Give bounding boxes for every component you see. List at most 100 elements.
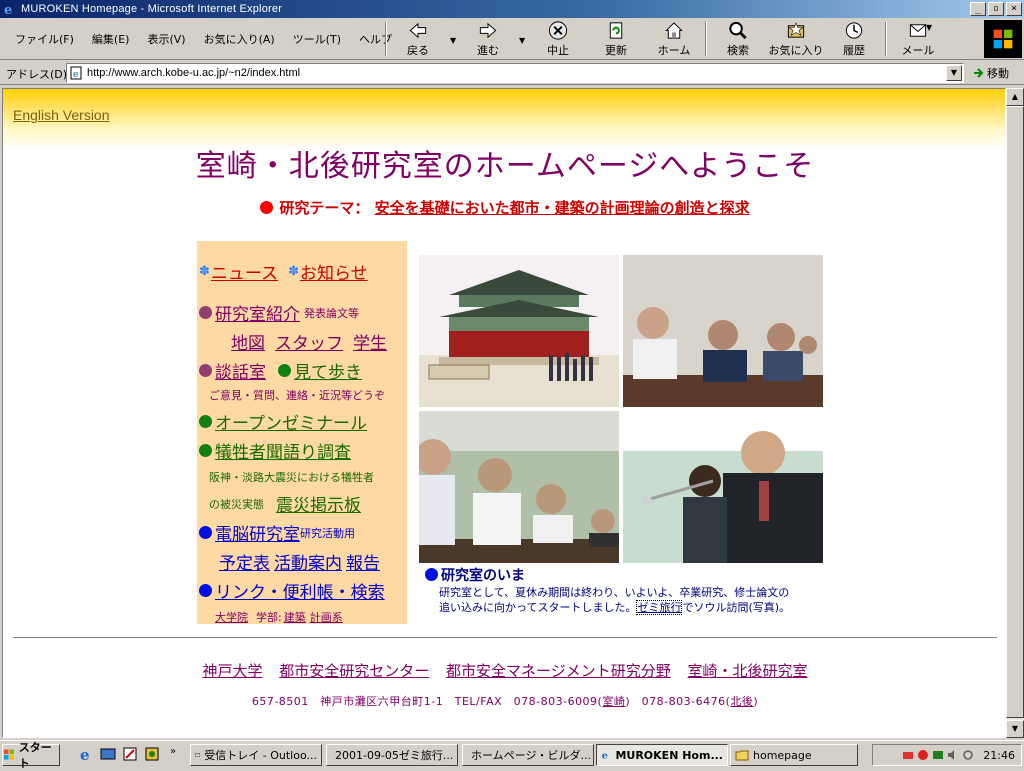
red-dot-icon — [260, 201, 274, 214]
scroll-up-icon[interactable]: ▲ — [1006, 88, 1024, 106]
palace-photo[interactable] — [419, 255, 619, 407]
address-label: アドレス(D) — [6, 68, 68, 81]
speaker-photo[interactable] — [623, 411, 823, 563]
nav-row: リンク・便利帳・検索 — [199, 578, 407, 603]
window-title: MUROKEN Homepage - Microsoft Internet Ex… — [21, 3, 283, 15]
minimize-button[interactable]: _ — [970, 2, 986, 16]
maximize-button[interactable]: ▫ — [988, 2, 1004, 16]
board-link[interactable]: 震災掲示板 — [276, 491, 361, 516]
grad-link[interactable]: 大学院 — [215, 609, 248, 625]
stop-button[interactable]: 中止 — [530, 20, 586, 58]
english-version-link[interactable]: English Version — [13, 107, 110, 123]
favorites-label: お気に入り — [768, 44, 824, 57]
seminar-trip-link[interactable]: ゼミ旅行 — [636, 600, 683, 615]
addr-part-1: 657-8501 神戸市灘区六甲台町1-1 TEL/FAX 078-803-60… — [251, 695, 603, 708]
go-button[interactable]: 移動 — [972, 65, 1009, 81]
vertical-scrollbar[interactable]: ▲ ▼ — [1006, 88, 1024, 738]
refresh-button[interactable]: 更新 — [588, 20, 644, 58]
security-icon[interactable] — [917, 749, 929, 761]
schedule-link[interactable]: 予定表 — [219, 549, 270, 574]
home-label: ホーム — [657, 44, 691, 57]
network-icon[interactable] — [902, 749, 914, 761]
task-homepage-folder[interactable]: homepage — [730, 744, 858, 766]
students-link[interactable]: 学生 — [353, 329, 387, 354]
survey-link[interactable]: 犠牲者聞語り調査 — [215, 438, 351, 463]
lounge-link[interactable]: 談話室 — [215, 358, 266, 383]
volume-icon[interactable] — [947, 749, 959, 761]
report-link[interactable]: 報告 — [346, 549, 380, 574]
task-seminar-trip-label: 2001-09-05ゼミ旅行... — [335, 749, 454, 762]
nav-row: 阪神・淡路大震災における犠牲者 — [209, 469, 407, 485]
footer-link-lab[interactable]: 室崎・北後研究室 — [688, 662, 808, 680]
staff-link[interactable]: スタッフ — [275, 329, 343, 354]
task-outlook[interactable]: 受信トレイ - Outloo... — [190, 744, 322, 766]
murosaki-mail-link[interactable]: 室崎 — [602, 695, 625, 708]
chevron-icon[interactable]: » — [170, 746, 176, 757]
ie-icon: e — [4, 3, 12, 16]
start-button[interactable]: スタート — [2, 741, 60, 770]
menu-favorites[interactable]: お気に入り(A) — [195, 31, 284, 47]
meeting-photo[interactable] — [623, 255, 823, 407]
links-link[interactable]: リンク・便利帳・検索 — [215, 578, 385, 603]
lounge-note: ご意見・質問、連絡・近況等どうぞ — [209, 389, 385, 402]
menu-edit[interactable]: 編集(E) — [83, 31, 139, 47]
scroll-thumb[interactable] — [1006, 106, 1024, 718]
home-button[interactable]: ホーム — [646, 20, 702, 58]
title-bar[interactable]: e MUROKEN Homepage - Microsoft Internet … — [0, 0, 1024, 18]
editor-quicklaunch-icon[interactable] — [122, 746, 138, 762]
seminar-link[interactable]: オープンゼミナール — [215, 409, 367, 434]
activity-link[interactable]: 活動案内 — [274, 549, 342, 574]
menu-view[interactable]: 表示(V) — [138, 31, 194, 47]
back-dropdown-icon[interactable]: ▼ — [450, 36, 456, 45]
address-dropdown-icon[interactable]: ▼ — [946, 65, 962, 81]
favorites-button[interactable]: お気に入り — [766, 20, 826, 58]
task-muroken[interactable]: e MUROKEN Hom... — [596, 744, 728, 766]
scroll-down-icon[interactable]: ▼ — [1006, 720, 1024, 738]
back-button[interactable]: 戻る — [390, 20, 446, 58]
mail-dropdown-icon[interactable]: ▼ — [926, 23, 932, 32]
hokugo-mail-link[interactable]: 北後 — [730, 695, 753, 708]
task-homepage-folder-label: homepage — [753, 748, 812, 762]
divider — [13, 637, 997, 639]
search-button[interactable]: 検索 — [710, 20, 766, 58]
connection-icon[interactable] — [962, 749, 974, 761]
theme-link[interactable]: 安全を基礎においた都市・建築の計画理論の創造と探求 — [375, 199, 750, 217]
footer-link-management-field[interactable]: 都市安全マネージメント研究分野 — [446, 662, 671, 680]
start-label: スタート — [18, 741, 52, 770]
footer-link-kobe-univ[interactable]: 神戸大学 — [202, 662, 262, 680]
forward-button[interactable]: 進む — [460, 20, 516, 58]
walk-link[interactable]: 見て歩き — [294, 358, 362, 383]
footer-link-research-center[interactable]: 都市安全研究センター — [279, 662, 429, 680]
notice-link[interactable]: お知らせ — [300, 259, 368, 284]
dennou-link[interactable]: 電脳研究室 — [215, 520, 300, 545]
refresh-icon — [609, 22, 623, 39]
forward-dropdown-icon[interactable]: ▼ — [519, 36, 525, 45]
green-dot-icon — [199, 415, 212, 428]
address-input[interactable]: e http://www.arch.kobe-u.ac.jp/~n2/index… — [66, 63, 964, 83]
menu-tools[interactable]: ツール(T) — [284, 31, 350, 47]
blue-dot-icon — [425, 568, 438, 581]
clock[interactable]: 21:46 — [983, 749, 1015, 762]
close-button[interactable]: × — [1006, 2, 1022, 16]
search-label: 検索 — [727, 44, 749, 57]
intro-link[interactable]: 研究室紹介 — [215, 300, 300, 325]
map-link[interactable]: 地図 — [231, 329, 265, 354]
task-homepage-builder[interactable]: ホームページ・ビルダ... — [462, 744, 594, 766]
app-quicklaunch-icon[interactable] — [144, 746, 160, 762]
task-seminar-trip[interactable]: 2001-09-05ゼミ旅行... — [326, 744, 458, 766]
purple-dot-icon — [199, 306, 212, 319]
caption-line-2b: でソウル訪問(写真)。 — [682, 601, 791, 614]
mail-button[interactable]: メール — [890, 20, 946, 58]
plan-link[interactable]: 計画系 — [310, 609, 343, 625]
ime-icon[interactable] — [932, 749, 944, 761]
nav-row: 地図 スタッフ 学生 — [231, 329, 407, 354]
desktop-quicklaunch-icon[interactable] — [100, 746, 116, 762]
menu-file[interactable]: ファイル(F) — [6, 31, 83, 47]
history-button[interactable]: 履歴 — [826, 20, 882, 58]
students-photo[interactable] — [419, 411, 619, 563]
news-link[interactable]: ニュース — [211, 259, 278, 284]
flower-icon: ✽ — [288, 264, 299, 279]
ie-quicklaunch-icon[interactable]: e — [78, 746, 94, 762]
ie-task-icon: e — [602, 751, 608, 762]
arch-link[interactable]: 建築 — [284, 609, 306, 625]
